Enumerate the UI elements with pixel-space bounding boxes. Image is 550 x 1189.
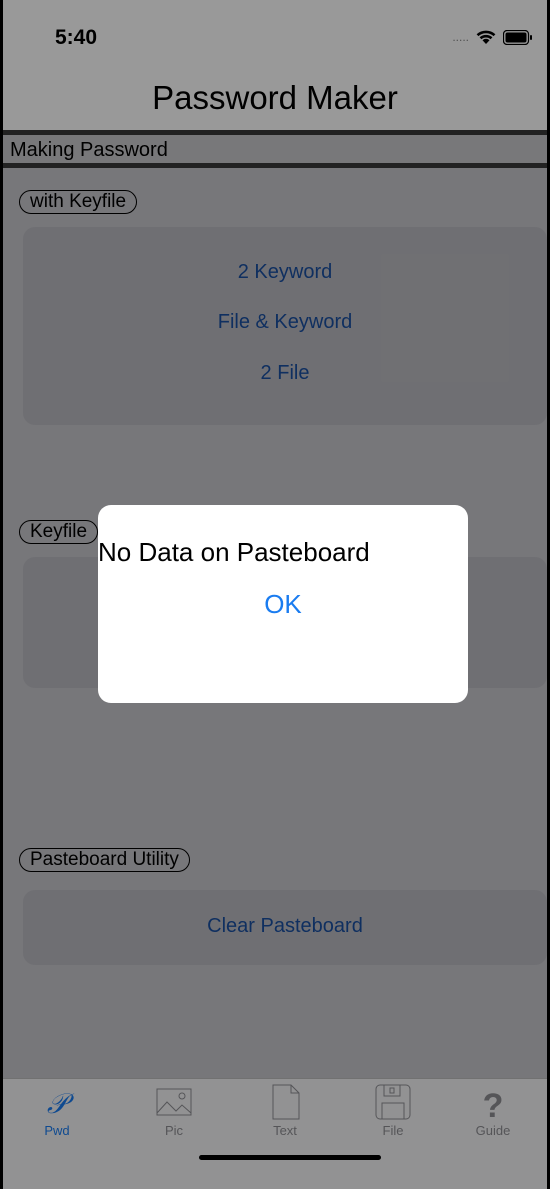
app-screen: 5:40 ..... Password Maker Making Passwor… (3, 0, 547, 1189)
alert-dialog: No Data on Pasteboard OK (98, 505, 468, 703)
alert-ok-button[interactable]: OK (98, 589, 468, 620)
alert-message: No Data on Pasteboard (98, 537, 370, 567)
